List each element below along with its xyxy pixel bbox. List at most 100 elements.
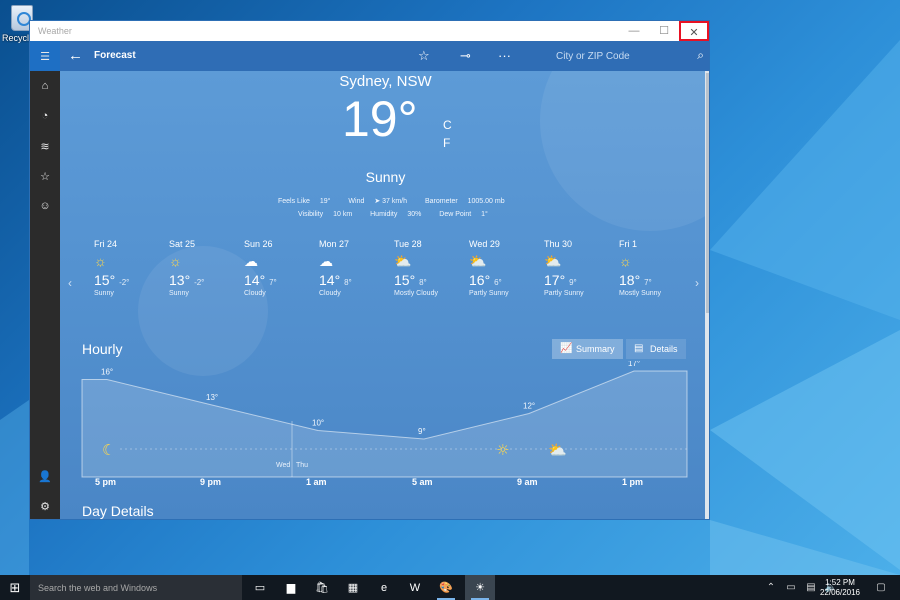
day-split-label: Wed [276,462,290,469]
edge-icon[interactable]: e [369,575,399,600]
hourly-temp-label: 13° [206,393,218,402]
file-explorer-icon[interactable]: ▆ [276,575,306,600]
calendar-icon[interactable]: ▦ [338,575,368,600]
summary-toggle-button[interactable]: 📈 Summary [552,339,623,359]
detail-visibility: Visibility 10 km [298,211,360,218]
details-row-2: Visibility 10 km Humidity 30% Dew Point … [298,211,504,218]
detail-value: 19° [319,198,331,205]
chevron-up-icon[interactable]: ⌃ [762,575,780,600]
cloud-icon: ☁ [244,253,258,269]
life-icon[interactable]: ☺ [30,191,60,221]
forecast-day[interactable]: Fri 1 ☼ 18° 7° Mostly Sunny [619,239,689,297]
search-input[interactable] [548,45,709,67]
scrollbar-thumb[interactable] [706,73,709,313]
forecast-low: 6° [494,278,502,287]
forecast-condition: Partly Sunny [469,290,509,297]
message-icon[interactable]: ▤ [802,575,820,600]
detail-value: 30% [407,211,422,218]
nav-rail: ☰ ⌂ ◔ ≋ ☆ ☺ 👤 ⚙ [30,41,60,519]
forecast-day[interactable]: Sat 25 ☼ 13° -2° Sunny [169,239,239,297]
background-orb [540,71,709,231]
clock[interactable]: 1:52 PM 22/06/2016 [820,578,860,598]
detail-label: Feels Like [278,198,310,205]
unit-fahrenheit[interactable]: F [443,136,450,150]
vertical-scrollbar[interactable] [705,71,709,519]
forecast-condition: Sunny [169,290,189,297]
forecast-day[interactable]: Mon 27 ☁ 14° 8° Cloudy [319,239,389,297]
forecast-next-arrow-icon[interactable]: › [695,276,699,290]
detail-dew-point: Dew Point 1° [439,211,496,218]
forecast-day-name: Thu 30 [544,239,573,249]
forecast-high: 18° [619,272,641,288]
task-view-icon[interactable]: ▭ [245,575,275,600]
forecast-high: 14° [319,272,341,288]
unit-celsius[interactable]: C [443,118,452,132]
forecast-condition: Partly Sunny [544,290,584,297]
hourly-time-label: 5 pm [95,477,117,487]
battery-icon[interactable]: ▭ [782,575,800,600]
search-box: ⌕ [548,45,709,67]
favorite-star-icon[interactable]: ☆ [418,47,430,64]
forecast-day[interactable]: Sun 26 ☁ 14° 7° Cloudy [244,239,314,297]
weather-icon[interactable]: ☀ [465,575,495,600]
title-bar[interactable]: Weather — ☐ ✕ [30,21,709,41]
back-arrow-icon[interactable]: ← [68,48,83,63]
list-icon: ▤ [634,343,644,354]
forecast-condition: Cloudy [319,290,341,297]
pin-icon[interactable]: ⊸ [460,47,471,64]
search-icon[interactable]: ⌕ [697,48,704,63]
radar-icon[interactable]: ◔ [30,101,60,131]
taskbar-search [30,575,242,600]
day-details-heading: Day Details [82,503,154,519]
hourly-chart: Wed Thu 16° 13° 10° 9° 12° 17° ☾ ☼ ⛅ [81,361,688,478]
notifications-icon[interactable]: ▢ [870,575,892,600]
home-icon[interactable]: ⌂ [30,71,60,101]
hourly-time-label: 9 am [517,477,538,487]
maximize-button[interactable]: ☐ [649,21,679,41]
forecast-day[interactable]: Fri 24 ☼ 15° -2° Sunny [94,239,164,297]
forecast-condition: Mostly Sunny [619,290,662,297]
taskbar-search-input[interactable] [30,575,242,600]
current-condition: Sunny [365,169,406,185]
account-icon[interactable]: 👤 [30,461,60,491]
forecast-day[interactable]: Thu 30 ⛅ 17° 9° Partly Sunny [544,239,614,297]
forecast-low: 9° [569,278,577,287]
forecast-day-name: Tue 28 [394,239,422,249]
forecast-low: 8° [344,278,352,287]
app-bar: ← Forecast ☆ ⊸ ··· ⌕ [60,41,709,71]
paint-icon[interactable]: 🎨 [431,575,461,600]
current-temperature: 19° [342,91,418,147]
settings-icon[interactable]: ⚙ [30,491,60,519]
weather-window: Weather — ☐ ✕ ☰ ⌂ ◔ ≋ ☆ ☺ 👤 ⚙ ← Forecast… [29,20,710,520]
sun-icon: ☼ [94,253,107,269]
detail-feels-like: Feels Like 19° [278,198,338,205]
forecast-day-name: Sun 26 [244,239,273,249]
forecast-high: 13° [169,272,191,288]
detail-value: 1° [481,211,488,218]
favorites-icon[interactable]: ☆ [30,161,60,191]
partly-cloudy-icon: ⛅ [469,253,487,269]
clock-time: 1:52 PM [825,578,855,587]
forecast-day-name: Fri 24 [94,239,118,249]
forecast-prev-arrow-icon[interactable]: ‹ [68,276,72,290]
day-split-label: Thu [296,462,308,469]
forecast-day[interactable]: Wed 29 ⛅ 16° 6° Partly Sunny [469,239,539,297]
forecast-day[interactable]: Tue 28 ⛅ 15° 8° Mostly Cloudy [394,239,464,297]
close-button[interactable]: ✕ [679,21,709,41]
start-button[interactable]: ⊞ [0,575,30,600]
forecast-high: 17° [544,272,566,288]
minimize-button[interactable]: — [619,21,649,41]
detail-value: 10 km [333,211,353,218]
windows-logo-icon: ⊞ [9,579,21,595]
hourly-temp-label: 17° [628,361,640,368]
forecast-low: 7° [269,278,277,287]
more-options-icon[interactable]: ··· [498,47,511,64]
partly-cloudy-icon: ⛅ [394,253,412,269]
details-toggle-button[interactable]: ▤ Details [626,339,686,359]
store-icon[interactable]: 🛍 [307,575,337,600]
forecast-low: -2° [194,278,205,287]
detail-label: Dew Point [439,211,472,218]
word-icon[interactable]: W [400,575,430,600]
historical-icon[interactable]: ≋ [30,131,60,161]
hamburger-menu-icon[interactable]: ☰ [30,41,60,71]
